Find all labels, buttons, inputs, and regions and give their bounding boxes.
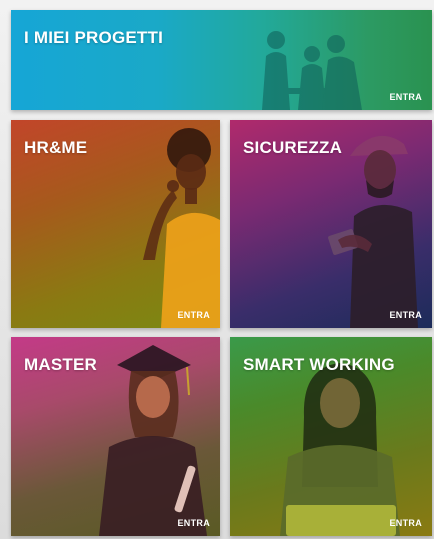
dashboard-grid: I MIEI PROGETTI ENTRA HR&ME ENTRA SICURE…	[0, 0, 434, 539]
tile-master[interactable]: MASTER ENTRA	[11, 337, 220, 536]
woman-surprised-photo	[143, 128, 220, 328]
tile-title: MASTER	[24, 355, 97, 374]
tile-title: SMART WORKING	[243, 355, 395, 374]
tile-smart-working[interactable]: SMART WORKING ENTRA	[230, 337, 432, 536]
enter-link[interactable]: ENTRA	[178, 310, 211, 320]
tile-hr-me[interactable]: HR&ME ENTRA	[11, 120, 220, 328]
enter-link[interactable]: ENTRA	[178, 518, 211, 528]
tile-title: I MIEI PROGETTI	[24, 28, 164, 47]
enter-link[interactable]: ENTRA	[390, 310, 423, 320]
tile-title: SICUREZZA	[243, 138, 343, 157]
enter-link[interactable]: ENTRA	[390, 518, 423, 528]
tile-my-projects[interactable]: I MIEI PROGETTI ENTRA	[11, 10, 432, 110]
tile-sicurezza[interactable]: SICUREZZA ENTRA	[230, 120, 432, 328]
graduate-photo	[99, 345, 207, 536]
tile-title: HR&ME	[24, 138, 88, 157]
enter-link[interactable]: ENTRA	[390, 92, 423, 102]
